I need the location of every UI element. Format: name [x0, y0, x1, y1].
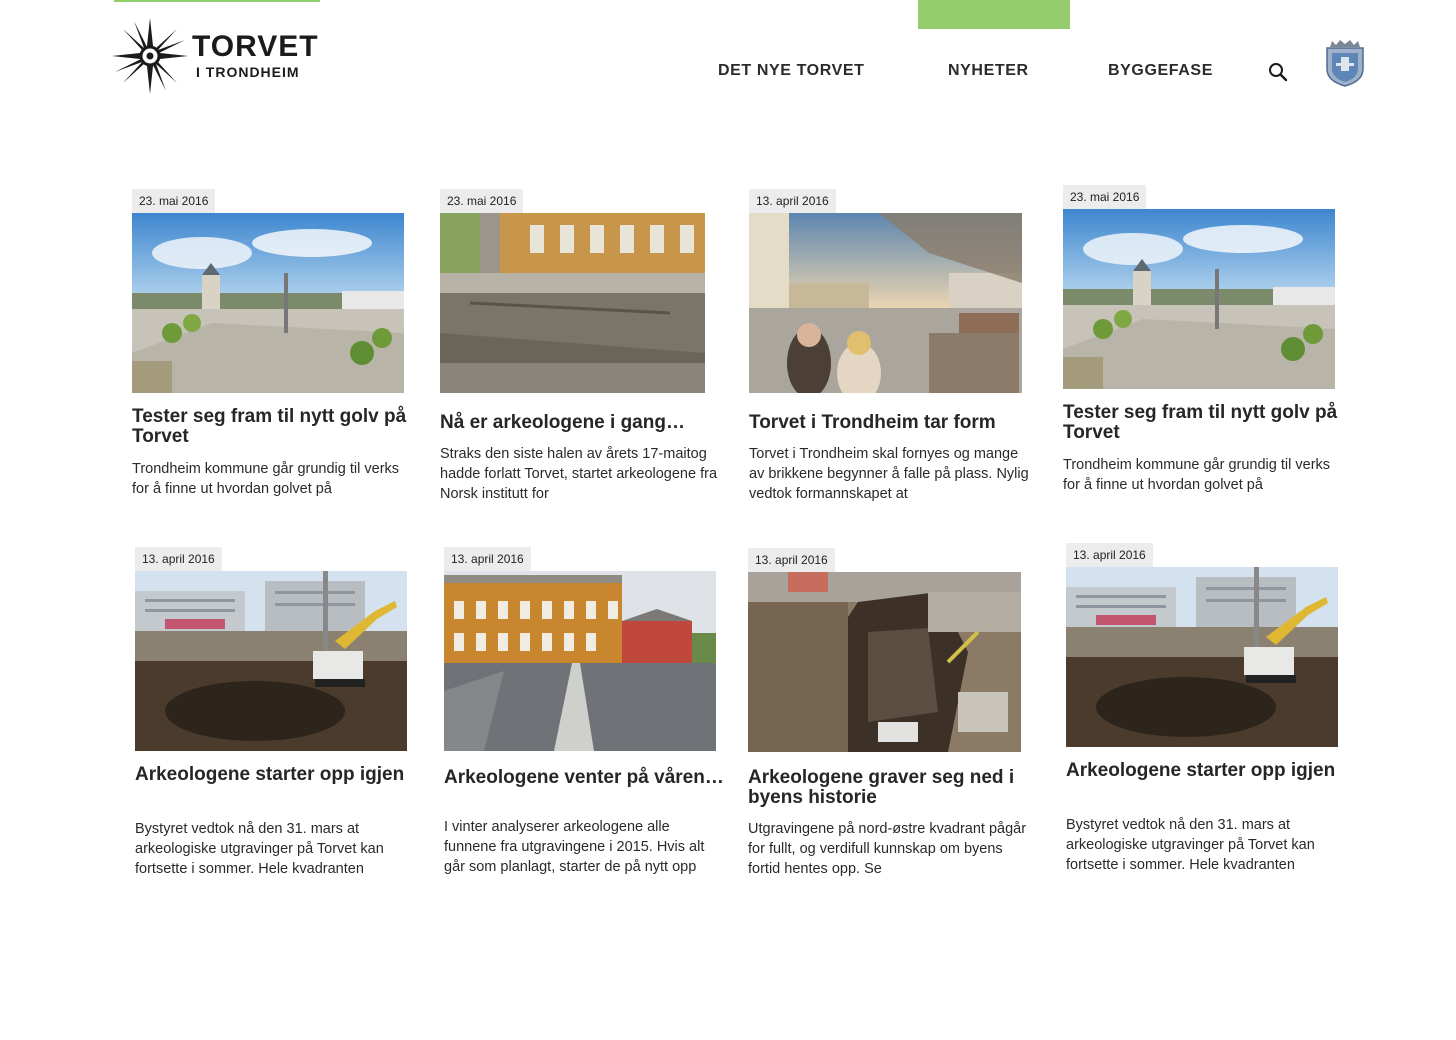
card-excerpt: Bystyret vedtok nå den 31. mars at arkeo…: [1066, 817, 1315, 873]
date-badge: 23. mai 2016: [440, 189, 524, 213]
logo-title: TORVET: [192, 30, 319, 63]
card-excerpt: Utgravingene på nord-østre kvadrant pågå…: [748, 821, 1027, 877]
logo-accent-line: [114, 0, 320, 2]
card-excerpt: Torvet i Trondheim skal fornyes og mange…: [749, 446, 1029, 502]
nav-active-indicator: [918, 0, 1070, 29]
card-title[interactable]: Nå er arkeologene i gang…: [440, 413, 722, 433]
card-image-excavator-site[interactable]: [135, 571, 407, 751]
date-badge: 23. mai 2016: [1063, 185, 1147, 209]
card-excerpt: Trondheim kommune går grundig til verks …: [132, 461, 400, 497]
search-icon[interactable]: [1268, 62, 1288, 82]
card-image-torvet-rendering[interactable]: [749, 213, 1022, 393]
card-title[interactable]: Arkeologene venter på våren…: [444, 768, 726, 788]
card-title[interactable]: Arkeologene starter opp igjen: [135, 765, 417, 785]
date-badge: 23. mai 2016: [132, 189, 216, 213]
nav-byggefase[interactable]: BYGGEFASE: [1108, 62, 1213, 80]
card-image-excavation-start[interactable]: [440, 213, 705, 393]
date-badge: 13. april 2016: [444, 547, 531, 571]
nav-nyheter[interactable]: NYHETER: [948, 62, 1029, 80]
crest-icon[interactable]: [1324, 39, 1366, 87]
site-logo[interactable]: TORVET I TRONDHEIM: [110, 16, 325, 96]
logo-subtitle: I TRONDHEIM: [196, 64, 300, 80]
card-image-torvet-square[interactable]: [1063, 209, 1335, 389]
card-title[interactable]: Arkeologene starter opp igjen: [1066, 761, 1348, 781]
card-excerpt: Bystyret vedtok nå den 31. mars at arkeo…: [135, 821, 384, 877]
nav-det-nye-torvet[interactable]: DET NYE TORVET: [718, 62, 865, 80]
date-badge: 13. april 2016: [1066, 543, 1153, 567]
date-badge: 13. april 2016: [749, 189, 836, 213]
card-image-excavation-pit[interactable]: [748, 572, 1021, 752]
card-title[interactable]: Tester seg fram til nytt golv på Torvet: [1063, 403, 1345, 443]
date-badge: 13. april 2016: [135, 547, 222, 571]
card-excerpt: I vinter analyserer arkeologene alle fun…: [444, 819, 705, 875]
card-excerpt: Straks den siste halen av årets 17-maito…: [440, 446, 718, 502]
card-image-torvet-square[interactable]: [132, 213, 404, 393]
logo-star-icon: [112, 18, 188, 94]
card-image-excavator-site[interactable]: [1066, 567, 1338, 747]
card-title[interactable]: Tester seg fram til nytt golv på Torvet: [132, 407, 414, 447]
date-badge: 13. april 2016: [748, 548, 835, 572]
card-image-wooden-buildings[interactable]: [444, 571, 716, 751]
card-title[interactable]: Arkeologene graver seg ned i byens histo…: [748, 768, 1030, 808]
card-title[interactable]: Torvet i Trondheim tar form: [749, 413, 1031, 433]
card-excerpt: Trondheim kommune går grundig til verks …: [1063, 457, 1331, 493]
